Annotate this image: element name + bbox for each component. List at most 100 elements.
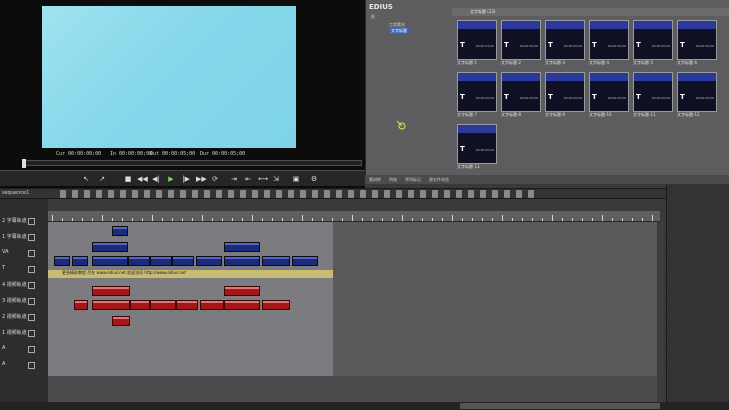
render-icon[interactable]: ▣ <box>292 174 300 184</box>
toolbar-button-icon[interactable] <box>252 190 258 198</box>
rewind-icon[interactable]: ◀◀ <box>137 174 148 184</box>
toolbar-button-icon[interactable] <box>96 190 102 198</box>
clip-thumbnail[interactable]: T 00:00:05;00 <box>677 72 717 112</box>
toolbar-button-icon[interactable] <box>504 190 510 198</box>
toolbar-button-icon[interactable] <box>216 190 222 198</box>
play-icon[interactable]: ▶ <box>167 174 175 184</box>
scrubber-thumb[interactable] <box>22 159 26 168</box>
toolbar-button-icon[interactable] <box>72 190 78 198</box>
toolbar-button-icon[interactable] <box>492 190 498 198</box>
track-lock-icon[interactable] <box>28 298 35 305</box>
track-label[interactable]: A <box>2 361 44 367</box>
toolbar-button-icon[interactable] <box>324 190 330 198</box>
toolbar-button-icon[interactable] <box>264 190 270 198</box>
insert-icon[interactable]: ⇥ <box>230 174 238 184</box>
clip-thumbnail[interactable]: T 00:00:05;00 <box>589 72 629 112</box>
toolbar-button-icon[interactable] <box>360 190 366 198</box>
clip-thumbnail[interactable]: T 00:00:05;00 <box>677 20 717 60</box>
timeline-ruler[interactable] <box>48 211 660 222</box>
toolbar-button-icon[interactable] <box>312 190 318 198</box>
export-icon[interactable]: ⇲ <box>272 174 280 184</box>
set-out-icon[interactable]: ↗ <box>98 174 106 184</box>
track-label[interactable]: T <box>2 265 44 271</box>
tree-item-titles[interactable]: 文字标题 <box>389 28 409 34</box>
toolbar-button-icon[interactable] <box>192 190 198 198</box>
toolbar-button-icon[interactable] <box>168 190 174 198</box>
tree-root[interactable]: 根 <box>371 14 375 20</box>
track-label[interactable]: 1 字幕轨道 <box>2 233 44 240</box>
toolbar-button-icon[interactable] <box>336 190 342 198</box>
track-lock-icon[interactable] <box>28 266 35 273</box>
tab-markers[interactable]: 序列标记 <box>405 177 421 183</box>
track-label[interactable]: 2 视频轨道 <box>2 313 44 320</box>
clip-thumbnail[interactable]: T 00:00:05;00 <box>501 72 541 112</box>
track-lock-icon[interactable] <box>28 234 35 241</box>
clip-thumbnail[interactable]: T 00:00:05;00 <box>545 20 585 60</box>
toolbar-button-icon[interactable] <box>240 190 246 198</box>
track-label[interactable]: 4 视频轨道 <box>2 281 44 288</box>
tab-bin[interactable]: 素材库 <box>369 177 381 183</box>
track-label[interactable]: 1 视频轨道 <box>2 329 44 336</box>
clip-thumbnail[interactable]: T 00:00:05;00 <box>501 20 541 60</box>
toolbar-button-icon[interactable] <box>516 190 522 198</box>
clip-thumbnail[interactable]: T 00:00:05;00 <box>633 20 673 60</box>
clip-thumbnail[interactable]: T 00:00:05;00 <box>633 72 673 112</box>
toolbar-button-icon[interactable] <box>276 190 282 198</box>
loop-icon[interactable]: ⟳ <box>211 174 219 184</box>
track-label[interactable]: VA <box>2 249 44 255</box>
toolbar-button-icon[interactable] <box>156 190 162 198</box>
toolbar-button-icon[interactable] <box>480 190 486 198</box>
match-frame-icon[interactable]: ⟷ <box>258 174 268 184</box>
toolbar-button-icon[interactable] <box>60 190 66 198</box>
toolbar-button-icon[interactable] <box>372 190 378 198</box>
toolbar-button-icon[interactable] <box>408 190 414 198</box>
toolbar-button-icon[interactable] <box>384 190 390 198</box>
step-forward-icon[interactable]: |▶ <box>182 174 190 184</box>
clip-thumbnail[interactable]: T 00:00:05;00 <box>545 72 585 112</box>
toolbar-button-icon[interactable] <box>396 190 402 198</box>
toolbar-button-icon[interactable] <box>288 190 294 198</box>
toolbar-button-icon[interactable] <box>120 190 126 198</box>
toolbar-button-icon[interactable] <box>432 190 438 198</box>
clip-thumbnail[interactable]: T 00:00:05;00 <box>457 124 497 164</box>
track-label[interactable]: 2 字幕轨道 <box>2 217 44 224</box>
track-label[interactable]: 3 视频轨道 <box>2 297 44 304</box>
player-scrubber[interactable] <box>22 160 362 166</box>
step-back-icon[interactable]: ◀| <box>152 174 160 184</box>
overwrite-icon[interactable]: ⇤ <box>244 174 252 184</box>
toolbar-button-icon[interactable] <box>456 190 462 198</box>
track-lock-icon[interactable] <box>28 330 35 337</box>
toolbar-button-icon[interactable] <box>468 190 474 198</box>
toolbar-button-icon[interactable] <box>528 190 534 198</box>
track-lock-icon[interactable] <box>28 362 35 369</box>
toolbar-button-icon[interactable] <box>144 190 150 198</box>
tab-source-browser[interactable]: 源文件浏览 <box>429 177 449 183</box>
settings-icon[interactable]: ⚙ <box>310 174 318 184</box>
clip-thumbnail[interactable]: T 00:00:03;00 <box>457 20 497 60</box>
toolbar-button-icon[interactable] <box>132 190 138 198</box>
toolbar-button-icon[interactable] <box>204 190 210 198</box>
toolbar-button-icon[interactable] <box>444 190 450 198</box>
toolbar-button-icon[interactable] <box>180 190 186 198</box>
sequence-tab[interactable]: sequence1 <box>2 190 29 196</box>
toolbar-button-icon[interactable] <box>108 190 114 198</box>
track-lock-icon[interactable] <box>28 314 35 321</box>
track-lock-icon[interactable] <box>28 346 35 353</box>
toolbar-button-icon[interactable] <box>348 190 354 198</box>
track-lock-icon[interactable] <box>28 218 35 225</box>
track-lock-icon[interactable] <box>28 250 35 257</box>
track-lock-icon[interactable] <box>28 282 35 289</box>
stop-icon[interactable]: ■ <box>124 174 132 184</box>
clip-thumbnail[interactable]: T 00:00:05;00 <box>457 72 497 112</box>
timeline-horizontal-scrollbar[interactable] <box>460 403 660 409</box>
toolbar-button-icon[interactable] <box>420 190 426 198</box>
track-label[interactable]: A <box>2 345 44 351</box>
toolbar-button-icon[interactable] <box>84 190 90 198</box>
fast-forward-icon[interactable]: ▶▶ <box>196 174 207 184</box>
toolbar-button-icon[interactable] <box>300 190 306 198</box>
toolbar-button-icon[interactable] <box>228 190 234 198</box>
set-in-icon[interactable]: ↖ <box>82 174 90 184</box>
timeline-vertical-scrollbar[interactable] <box>657 222 664 404</box>
clip-thumbnail[interactable]: T 00:00:05;00 <box>589 20 629 60</box>
tab-effects[interactable]: 特效 <box>389 177 397 183</box>
